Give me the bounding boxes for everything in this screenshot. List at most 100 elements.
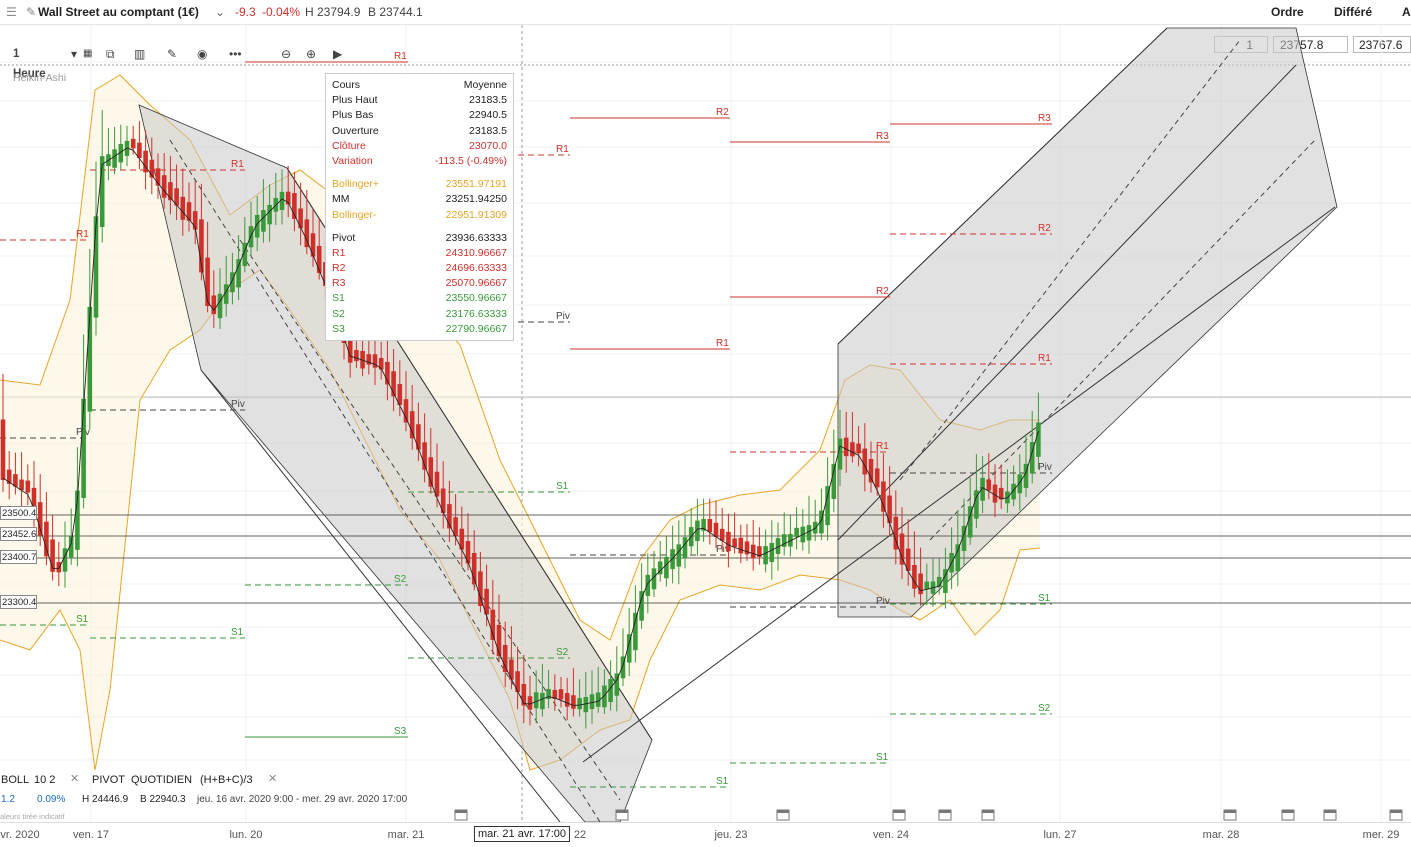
up-candle <box>633 612 638 651</box>
up-candle <box>645 574 651 596</box>
instrument-title[interactable]: Wall Street au comptant (1€) <box>38 5 199 19</box>
up-candle <box>825 486 830 526</box>
pivot-label: R1 <box>876 441 889 452</box>
zoom-out-icon[interactable]: ⊖ <box>281 44 291 64</box>
calendar-event-icon[interactable] <box>892 808 906 821</box>
chart-style-label: Heikin-Ashi <box>13 72 67 84</box>
down-candle <box>298 208 303 229</box>
pivot-label: S2 <box>556 647 569 658</box>
tooltip-row: R1 24310.96667 <box>332 246 507 261</box>
calendar-event-icon[interactable] <box>1389 808 1403 821</box>
tooltip-label: Plus Haut <box>332 94 378 107</box>
calculator-icon[interactable]: ▦ <box>83 44 92 64</box>
up-candle <box>955 544 961 572</box>
up-candle <box>676 544 682 567</box>
order-button[interactable]: Ordre <box>1271 5 1304 19</box>
down-candle <box>25 480 31 493</box>
down-candle <box>912 564 917 589</box>
down-candle <box>750 544 756 559</box>
up-candle <box>261 210 266 232</box>
tooltip-row: Pivot 23936.63333 <box>332 231 507 246</box>
down-candle <box>37 502 43 536</box>
pivot-label: R1 <box>716 338 729 349</box>
price-change: -9.3 <box>235 5 256 19</box>
eye-icon[interactable]: ◉ <box>197 44 207 64</box>
zoom-in-icon[interactable]: ⊕ <box>306 44 316 64</box>
calendar-event-icon[interactable] <box>938 808 952 821</box>
more-icon[interactable]: ••• <box>229 44 242 64</box>
down-candle <box>56 562 62 573</box>
calendar-event-icon[interactable] <box>776 808 790 821</box>
tooltip-value: -113.5 (-0.49%) <box>434 154 507 167</box>
up-candle <box>670 549 675 570</box>
calendar-event-icon[interactable] <box>1281 808 1295 821</box>
tooltip-value: 22790.96667 <box>445 322 507 335</box>
up-candle <box>112 149 117 168</box>
menu-icon[interactable]: ☰ <box>6 5 17 19</box>
x-tick-label: ven. 24 <box>872 829 910 841</box>
tooltip-row: R3 25070.96667 <box>332 276 507 291</box>
pivot-label: S1 <box>556 481 569 492</box>
tooltip-row: Bollinger+ 23551.97191 <box>332 177 507 192</box>
data-tooltip: Cours Moyenne Plus Haut 23183.5 Plus Bas 22… <box>325 73 514 341</box>
tooltip-row: S1 23550.96667 <box>332 291 507 306</box>
compare-icon[interactable]: ⧉ <box>106 44 115 64</box>
interval-selector[interactable]: 1 Heure <box>13 44 46 80</box>
x-tick-label: jeu. 23 <box>714 829 748 841</box>
down-candle <box>738 537 744 554</box>
calendar-event-icon[interactable] <box>454 808 468 821</box>
down-candle <box>465 541 471 564</box>
up-candle <box>639 591 644 621</box>
price-tag: 23452.6 <box>0 527 37 541</box>
price-chart[interactable]: R1R1R1R1R2R1R3R2R1R3R2R1PivPivPivPivPivP… <box>0 25 1411 822</box>
down-candle <box>211 295 217 315</box>
close-icon[interactable]: ✕ <box>268 772 277 785</box>
down-candle <box>843 437 849 457</box>
calendar-event-icon[interactable] <box>615 808 629 821</box>
pencil-icon[interactable]: ✎ <box>167 44 177 64</box>
summary-change: 1.2 <box>1 794 15 805</box>
pivot-label: R2 <box>716 107 729 118</box>
down-candle <box>409 411 415 439</box>
pivot-label: R2 <box>1038 223 1051 234</box>
up-candle <box>236 259 241 288</box>
calendar-event-icon[interactable] <box>1223 808 1237 821</box>
tooltip-label: Bollinger- <box>332 208 377 221</box>
tooltip-row: S3 22790.96667 <box>332 322 507 337</box>
up-candle <box>93 216 99 318</box>
tooltip-value: 23551.97191 <box>445 178 507 191</box>
down-candle <box>515 671 520 693</box>
calendar-event-icon[interactable] <box>981 808 995 821</box>
x-tick-label: 22 <box>573 829 587 841</box>
play-icon[interactable]: ▶ <box>333 44 342 64</box>
interval-chevron-icon[interactable]: ▾ <box>71 44 77 64</box>
cours-label: Cours <box>332 79 361 91</box>
close-icon[interactable]: ✕ <box>70 772 79 785</box>
up-candle <box>533 692 539 709</box>
pivot-label: R3 <box>1038 113 1051 124</box>
down-candle <box>130 138 136 149</box>
boll-params: 10 2 <box>34 774 56 786</box>
pivot-label: R1 <box>394 51 407 62</box>
tooltip-value: 23183.5 <box>469 124 507 137</box>
pivot-label: R1 <box>1038 353 1051 364</box>
pivot-label: R1 <box>231 159 244 170</box>
tooltip-label: R2 <box>332 262 346 275</box>
down-candle <box>571 695 576 709</box>
session-low: B 23744.1 <box>368 5 423 19</box>
ascending-channel <box>837 27 1338 618</box>
tooltip-label: R1 <box>332 246 346 259</box>
x-tick-label: vr. 2020 <box>0 829 40 841</box>
edit-icon[interactable]: ✎ <box>26 5 36 19</box>
chevron-down-icon[interactable]: ⌄ <box>215 5 225 19</box>
up-candle <box>763 546 768 565</box>
tooltip-label: Clôture <box>332 139 366 152</box>
price-tag: 23300.4 <box>0 595 37 609</box>
price-tag: 23500.4 <box>0 506 37 520</box>
calendar-event-icon[interactable] <box>1323 808 1337 821</box>
tooltip-label: Pivot <box>332 231 356 244</box>
down-candle <box>496 624 502 657</box>
bar-chart-icon[interactable]: ▥ <box>134 44 145 64</box>
tooltip-label: S3 <box>332 322 345 335</box>
tooltip-row: Ouverture 23183.5 <box>332 124 507 139</box>
